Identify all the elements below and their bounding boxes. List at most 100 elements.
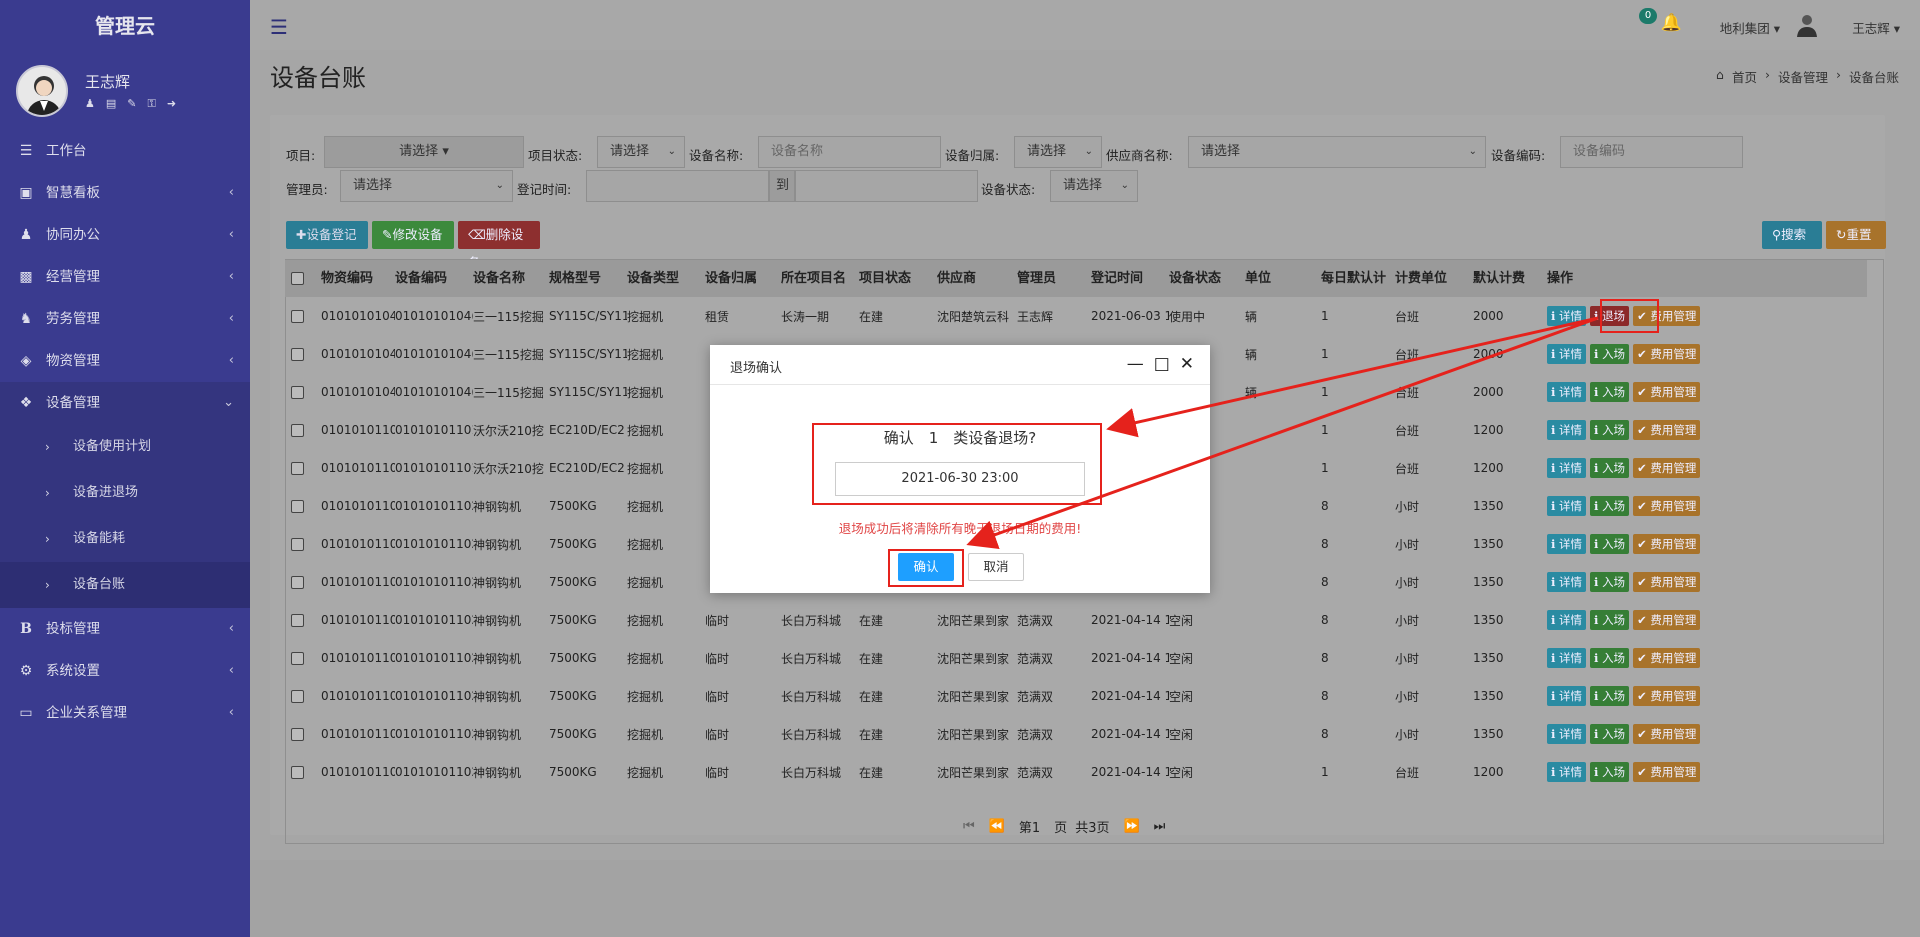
entry-button[interactable]: ℹ 入场 [1590, 458, 1630, 478]
sidebar-item-workbench[interactable]: ☰ 工作台 [0, 130, 250, 172]
select-all-checkbox[interactable] [291, 272, 304, 285]
entry-button[interactable]: ℹ 入场 [1590, 648, 1630, 668]
edit-equipment-button[interactable]: ✎修改设备 [372, 221, 454, 249]
equipment-name-input[interactable]: 设备名称 [758, 136, 941, 168]
user-icon[interactable]: ♟ [85, 97, 95, 111]
fee-management-button[interactable]: ✔ 费用管理 [1633, 420, 1701, 440]
table-row[interactable]: 0101010110 01010101102 神钢钩机 7500KG 挖掘机 临时 长白万科… [285, 715, 1867, 753]
logout-icon[interactable]: ➜ [167, 97, 176, 111]
row-checkbox[interactable] [291, 689, 304, 703]
equipment-status-select[interactable]: 请选择 ⌄ [1050, 170, 1138, 202]
sidebar-subitem-energy[interactable]: › 设备能耗 [0, 516, 250, 562]
column-header[interactable]: 设备状态 [1169, 260, 1245, 297]
manager-select[interactable]: 请选择 ⌄ [340, 170, 513, 202]
project-select[interactable]: 请选择 ▾ [324, 136, 524, 168]
entry-button[interactable]: ℹ 入场 [1590, 496, 1630, 516]
detail-button[interactable]: ℹ 详情 [1547, 686, 1587, 706]
fee-management-button[interactable]: ✔ 费用管理 [1633, 382, 1701, 402]
row-checkbox[interactable] [291, 651, 304, 665]
avatar[interactable] [16, 65, 68, 117]
entry-button[interactable]: ℹ 入场 [1590, 344, 1630, 364]
entry-button[interactable]: ℹ 入场 [1590, 686, 1630, 706]
detail-button[interactable]: ℹ 详情 [1547, 572, 1587, 592]
reg-time-end[interactable] [795, 170, 978, 202]
row-checkbox[interactable] [291, 575, 304, 589]
breadcrumb-home[interactable]: 首页 [1732, 67, 1757, 86]
key-icon[interactable]: ⚿ [148, 97, 156, 111]
fee-management-button[interactable]: ✔ 费用管理 [1633, 686, 1701, 706]
detail-button[interactable]: ℹ 详情 [1547, 458, 1587, 478]
minimize-icon[interactable]: — [1127, 354, 1144, 374]
equipment-code-input[interactable]: 设备编码 [1560, 136, 1743, 168]
column-header[interactable]: 默认计费 [1473, 260, 1547, 297]
table-row[interactable]: 0101010110 01010101102 神钢钩机 7500KG 挖掘机 临时 长白万科… [285, 677, 1867, 715]
column-header[interactable]: 计费单位 [1395, 260, 1473, 297]
id-card-icon[interactable]: ▤ [106, 97, 116, 111]
reset-button[interactable]: ↻重置 [1826, 221, 1886, 249]
detail-button[interactable]: ℹ 详情 [1547, 534, 1587, 554]
register-equipment-button[interactable]: ✚设备登记 [286, 221, 368, 249]
entry-button[interactable]: ℹ 入场 [1590, 610, 1630, 630]
column-header[interactable]: 设备编码 [395, 260, 473, 297]
column-header[interactable]: 所在项目名 [781, 260, 859, 297]
cancel-button[interactable]: 取消 [968, 553, 1024, 581]
fee-management-button[interactable]: ✔ 费用管理 [1633, 496, 1701, 516]
row-checkbox[interactable] [291, 613, 304, 627]
supplier-select[interactable]: 请选择 ⌄ [1188, 136, 1486, 168]
sidebar-item-office[interactable]: ♟ 协同办公 ‹ [0, 214, 250, 256]
search-button[interactable]: ⚲搜索 [1762, 221, 1822, 249]
maximize-icon[interactable]: □ [1154, 354, 1170, 374]
edit-icon[interactable]: ✎ [127, 97, 136, 111]
column-header[interactable]: 单位 [1245, 260, 1321, 297]
column-header[interactable]: 物资编码 [321, 260, 395, 297]
sidebar-subitem-usage-plan[interactable]: › 设备使用计划 [0, 424, 250, 470]
entry-button[interactable]: ℹ 入场 [1590, 382, 1630, 402]
fee-management-button[interactable]: ✔ 费用管理 [1633, 572, 1701, 592]
fee-management-button[interactable]: ✔ 费用管理 [1633, 610, 1701, 630]
prev-page-icon[interactable]: ⏪ [989, 819, 1005, 834]
row-checkbox[interactable] [291, 385, 304, 399]
sidebar-item-settings[interactable]: ⚙ 系统设置 ‹ [0, 650, 250, 692]
detail-button[interactable]: ℹ 详情 [1547, 382, 1587, 402]
bell-icon[interactable]: 🔔 [1661, 13, 1682, 33]
row-checkbox[interactable] [291, 461, 304, 475]
detail-button[interactable]: ℹ 详情 [1547, 496, 1587, 516]
fee-management-button[interactable]: ✔ 费用管理 [1633, 724, 1701, 744]
table-row[interactable]: 0101010110 01010101102 神钢钩机 7500KG 挖掘机 临时 长白万科… [285, 601, 1867, 639]
table-row[interactable]: 0101010110 01010101102 神钢钩机 7500KG 挖掘机 临时 长白万科… [285, 753, 1867, 791]
entry-button[interactable]: ℹ 入场 [1590, 420, 1630, 440]
column-header[interactable]: 操作 [1547, 260, 1707, 297]
project-status-select[interactable]: 请选择 ⌄ [597, 136, 685, 168]
column-header[interactable]: 供应商 [937, 260, 1017, 297]
entry-button[interactable]: ℹ 入场 [1590, 534, 1630, 554]
sidebar-item-crm[interactable]: ▭ 企业关系管理 ‹ [0, 692, 250, 734]
fee-management-button[interactable]: ✔ 费用管理 [1633, 534, 1701, 554]
detail-button[interactable]: ℹ 详情 [1547, 648, 1587, 668]
fee-management-button[interactable]: ✔ 费用管理 [1633, 344, 1701, 364]
detail-button[interactable]: ℹ 详情 [1547, 610, 1587, 630]
row-checkbox[interactable] [291, 537, 304, 551]
sidebar-item-labor[interactable]: ♞ 劳务管理 ‹ [0, 298, 250, 340]
sidebar-item-bidding[interactable]: B 投标管理 ‹ [0, 608, 250, 650]
row-checkbox[interactable] [291, 347, 304, 361]
row-checkbox[interactable] [291, 765, 304, 779]
user-dropdown[interactable]: 王志辉 ▾ [1852, 18, 1900, 37]
sidebar-subitem-entry-exit[interactable]: › 设备进退场 [0, 470, 250, 516]
row-checkbox[interactable] [291, 423, 304, 437]
delete-equipment-button[interactable]: ⌫删除设备 [458, 221, 540, 270]
entry-button[interactable]: ℹ 入场 [1590, 724, 1630, 744]
sidebar-subitem-ledger[interactable]: › 设备台账 [0, 562, 250, 608]
fee-management-button[interactable]: ✔ 费用管理 [1633, 458, 1701, 478]
user-avatar[interactable] [1794, 11, 1820, 37]
org-dropdown[interactable]: 地利集团 ▾ [1720, 18, 1780, 37]
column-header[interactable]: 规格型号 [549, 260, 627, 297]
fee-management-button[interactable]: ✔ 费用管理 [1633, 648, 1701, 668]
sidebar-item-materials[interactable]: ◈ 物资管理 ‹ [0, 340, 250, 382]
sidebar-item-dashboard[interactable]: ▣ 智慧看板 ‹ [0, 172, 250, 214]
entry-button[interactable]: ℹ 入场 [1590, 572, 1630, 592]
column-header[interactable]: 管理员 [1017, 260, 1091, 297]
column-header[interactable]: 登记时间 [1091, 260, 1169, 297]
column-header[interactable]: 每日默认计 [1321, 260, 1395, 297]
entry-button[interactable]: ℹ 入场 [1590, 762, 1630, 782]
detail-button[interactable]: ℹ 详情 [1547, 420, 1587, 440]
